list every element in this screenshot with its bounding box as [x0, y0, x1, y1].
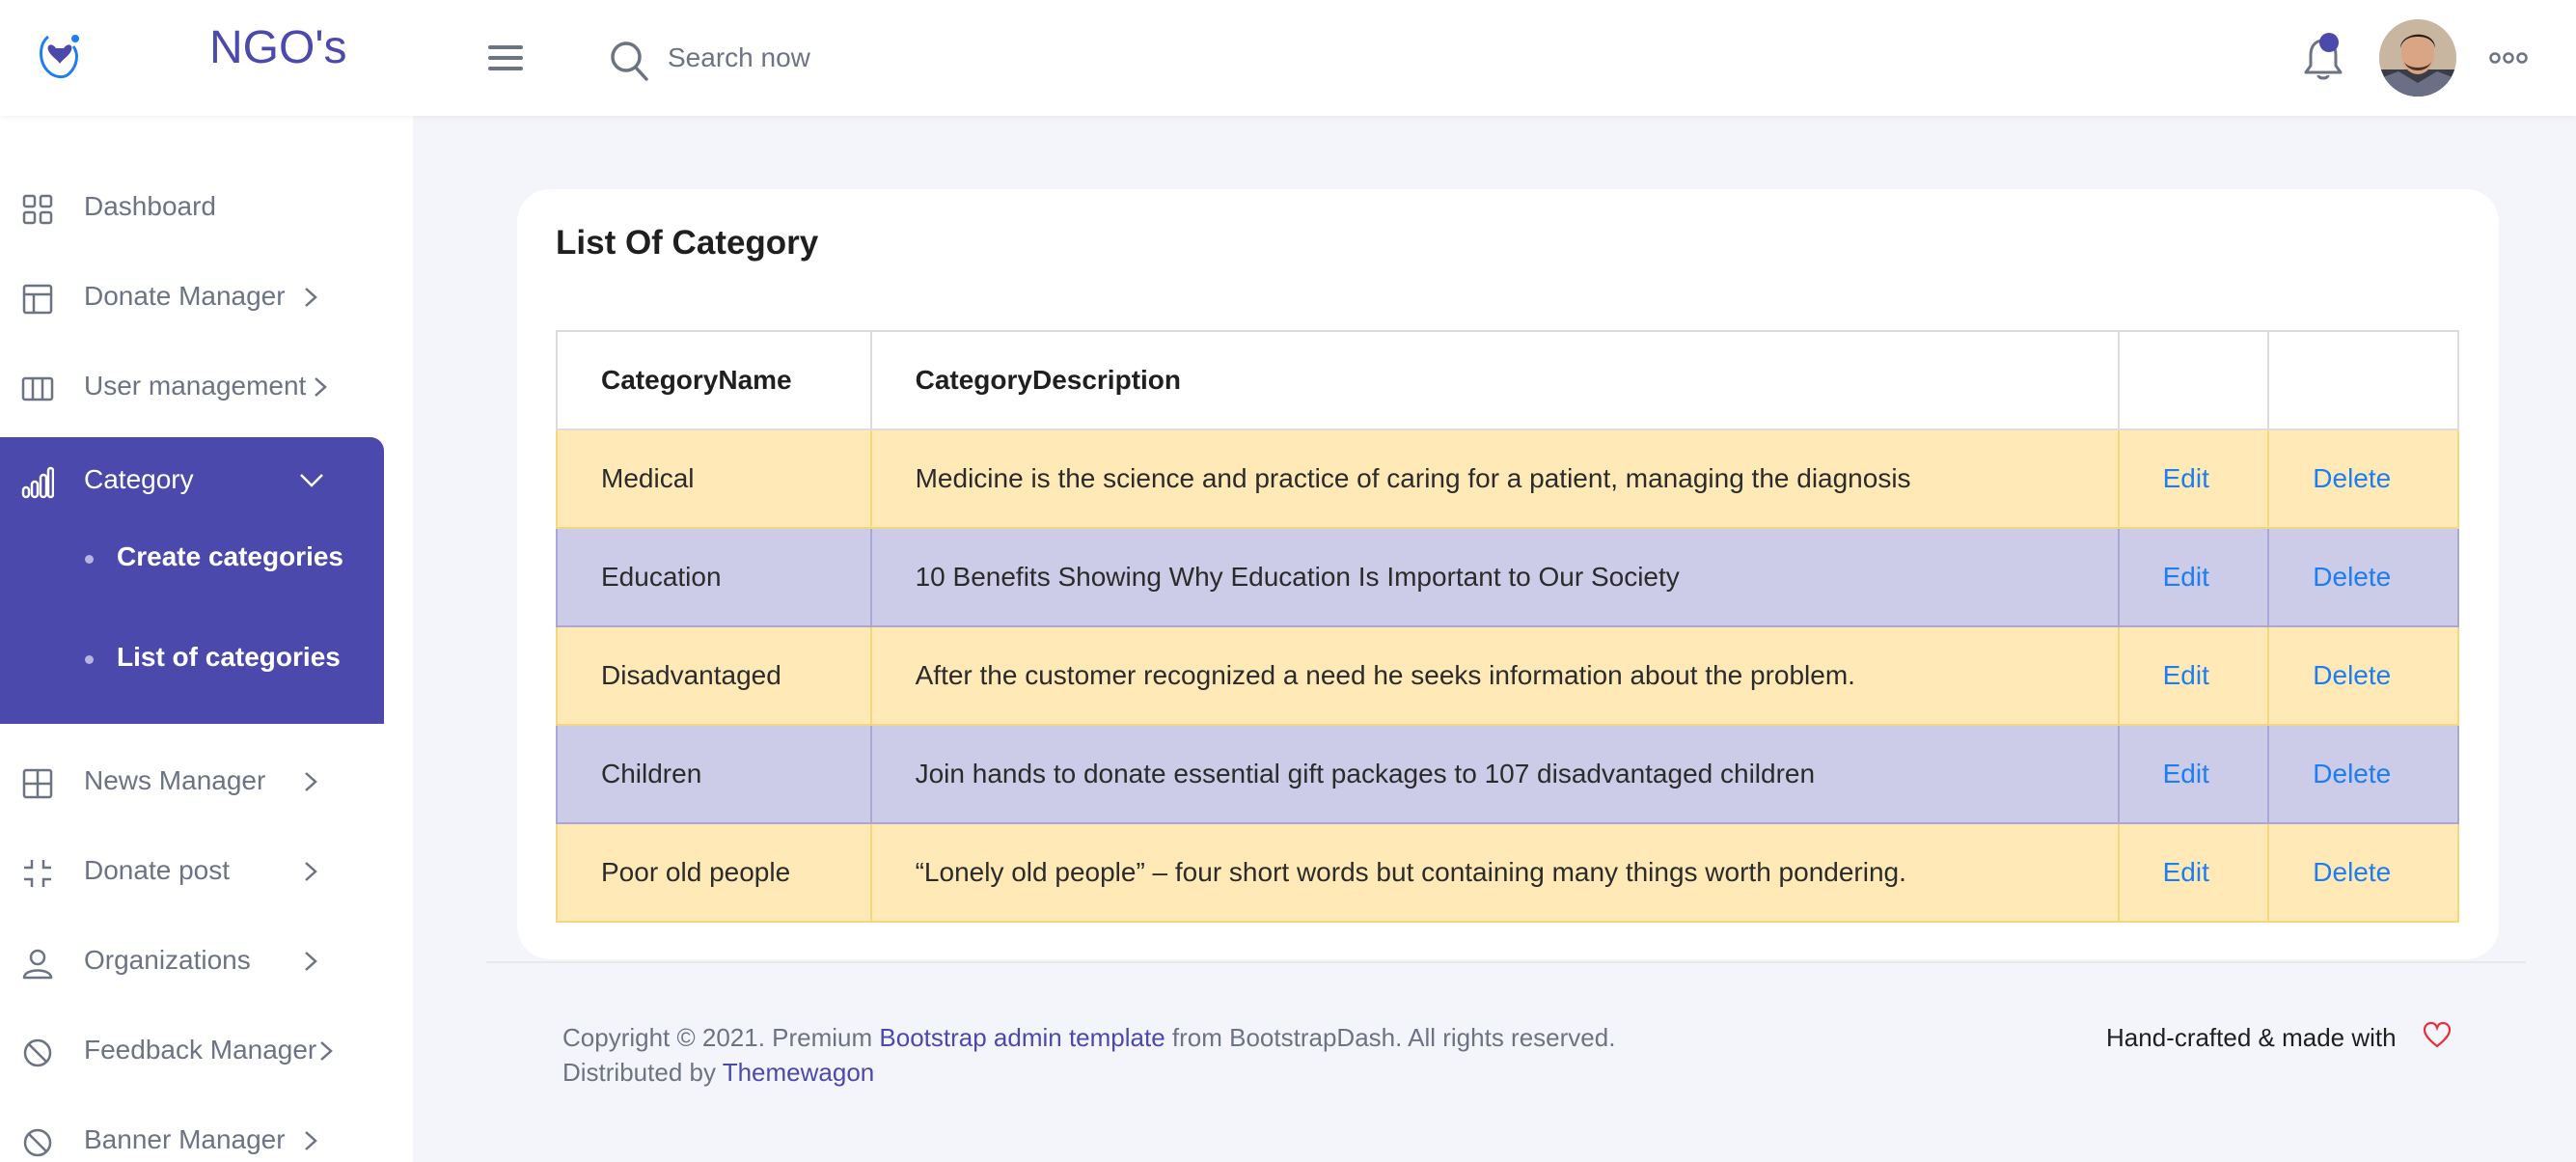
sidebar-item-organizations[interactable]: Organizations: [0, 931, 413, 989]
sidebar-item-banner-manager[interactable]: Banner Manager: [0, 1111, 413, 1162]
table-row: Children Join hands to donate essential …: [556, 724, 2459, 824]
user-icon: [22, 949, 53, 980]
category-list-card: List Of Category CategoryName CategoryDe…: [517, 189, 2499, 959]
sidebar-item-label: Dashboard: [84, 191, 216, 221]
chevron-right-icon: [320, 1041, 333, 1061]
chevron-down-icon: [300, 474, 323, 487]
sidebar-item-label: News Manager: [84, 765, 266, 795]
top-navbar: NGO's: [0, 0, 2576, 116]
sidebar-item-donate-post[interactable]: Donate post: [0, 842, 413, 899]
category-name-cell: Poor old people: [556, 822, 872, 923]
table-row: Poor old people “Lonely old people” – fo…: [556, 822, 2459, 923]
columns-icon: [21, 376, 54, 401]
table-header-row: CategoryName CategoryDescription: [556, 330, 2459, 430]
sidebar-item-feedback-manager[interactable]: Feedback Manager: [0, 1021, 413, 1079]
column-header-delete: [2267, 330, 2459, 430]
category-name-cell: Children: [556, 724, 872, 824]
category-description-cell: “Lonely old people” – four short words b…: [869, 822, 2120, 923]
bootstrap-template-link[interactable]: Bootstrap admin template: [879, 1023, 1165, 1052]
themewagon-link[interactable]: Themewagon: [723, 1058, 875, 1087]
footer-handcrafted: Hand-crafted & made with: [2106, 1023, 2397, 1052]
page-title: List Of Category: [556, 224, 819, 262]
chevron-right-icon: [305, 1131, 317, 1150]
ban-icon: [23, 1038, 52, 1067]
menu-toggle-icon[interactable]: [488, 45, 523, 70]
sidebar: Dashboard Donate Manager User management: [0, 116, 413, 1162]
ban-icon: [23, 1128, 52, 1157]
brand-name[interactable]: NGO's: [209, 21, 347, 74]
grid-icon: [22, 194, 53, 225]
category-name-cell: Medical: [556, 429, 872, 529]
chevron-right-icon: [305, 288, 317, 307]
sidebar-item-label: Feedback Manager: [84, 1035, 317, 1065]
footer-divider: [486, 961, 2526, 963]
subitem-label: List of categories: [117, 642, 341, 672]
chevron-right-icon: [315, 377, 327, 397]
category-name-cell: Education: [556, 527, 872, 627]
edit-link[interactable]: Edit: [2117, 724, 2270, 824]
notification-badge: [2319, 33, 2339, 52]
delete-link[interactable]: Delete: [2267, 429, 2459, 529]
sidebar-item-label: Category: [84, 464, 194, 494]
sidebar-item-donate-manager[interactable]: Donate Manager: [0, 267, 413, 325]
sidebar-subitem-list-of-categories[interactable]: List of categories: [0, 628, 384, 686]
copyright-suffix: from BootstrapDash. All rights reserved.: [1165, 1023, 1616, 1052]
delete-link[interactable]: Delete: [2267, 822, 2459, 923]
avatar[interactable]: [2379, 19, 2456, 97]
distributed-prefix: Distributed by: [562, 1058, 723, 1087]
sidebar-item-label: Donate post: [84, 855, 230, 885]
sidebar-item-news-manager[interactable]: News Manager: [0, 752, 413, 810]
column-header-category-name: CategoryName: [556, 330, 872, 430]
layout-icon: [22, 284, 53, 315]
subitem-label: Create categories: [117, 541, 344, 571]
table-row: Disadvantaged After the customer recogni…: [556, 625, 2459, 726]
category-description-cell: Join hands to donate essential gift pack…: [869, 724, 2120, 824]
column-header-category-description: CategoryDescription: [869, 330, 2120, 430]
footer-distributed: Distributed by Themewagon: [562, 1058, 874, 1088]
heart-icon: [2423, 1021, 2452, 1048]
table-icon: [22, 768, 53, 799]
chevron-right-icon: [305, 952, 317, 971]
category-description-cell: Medicine is the science and practice of …: [869, 429, 2120, 529]
edit-link[interactable]: Edit: [2117, 625, 2270, 726]
chevron-right-icon: [305, 772, 317, 791]
more-options-icon[interactable]: [2489, 48, 2528, 68]
bullet-icon: [85, 655, 94, 664]
category-table: CategoryName CategoryDescription Medical…: [556, 330, 2459, 923]
category-menu-toggle[interactable]: Category: [0, 437, 384, 518]
sidebar-item-label: Organizations: [84, 945, 251, 975]
column-header-edit: [2117, 330, 2270, 430]
ngo-logo-icon[interactable]: [35, 27, 87, 83]
category-description-cell: After the customer recognized a need he …: [869, 625, 2120, 726]
bullet-icon: [85, 555, 94, 564]
category-description-cell: 10 Benefits Showing Why Education Is Imp…: [869, 527, 2120, 627]
search-icon[interactable]: [610, 41, 648, 81]
footer-copyright: Copyright © 2021. Premium Bootstrap admi…: [562, 1023, 1615, 1053]
sidebar-item-dashboard[interactable]: Dashboard: [0, 178, 413, 235]
table-row: Education 10 Benefits Showing Why Educat…: [556, 527, 2459, 627]
sidebar-item-label: Donate Manager: [84, 281, 286, 311]
bar-chart-icon: [21, 466, 54, 499]
edit-link[interactable]: Edit: [2117, 429, 2270, 529]
edit-link[interactable]: Edit: [2117, 822, 2270, 923]
search-input[interactable]: [668, 37, 1073, 79]
delete-link[interactable]: Delete: [2267, 724, 2459, 824]
sidebar-item-user-management[interactable]: User management: [0, 357, 413, 415]
copyright-prefix: Copyright © 2021. Premium: [562, 1023, 880, 1052]
category-name-cell: Disadvantaged: [556, 625, 872, 726]
expand-icon: [24, 860, 51, 887]
sidebar-subitem-create-categories[interactable]: Create categories: [0, 528, 384, 586]
table-row: Medical Medicine is the science and prac…: [556, 429, 2459, 529]
sidebar-item-label: User management: [84, 371, 307, 401]
edit-link[interactable]: Edit: [2117, 527, 2270, 627]
chevron-right-icon: [305, 862, 317, 881]
delete-link[interactable]: Delete: [2267, 527, 2459, 627]
delete-link[interactable]: Delete: [2267, 625, 2459, 726]
sidebar-item-category: Category Create categories List of categ…: [0, 437, 384, 724]
profile-photo-icon: [2379, 19, 2456, 97]
sidebar-item-label: Banner Manager: [84, 1124, 286, 1154]
